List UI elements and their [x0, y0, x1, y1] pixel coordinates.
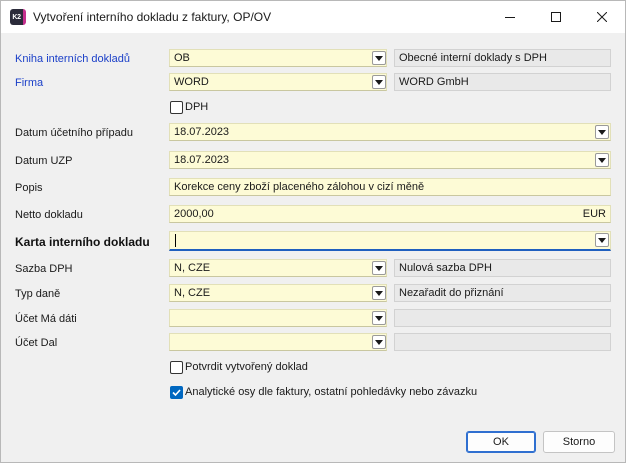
dialog-window: K2 Vytvoření interního dokladu z faktury… — [0, 0, 626, 463]
chevron-down-icon — [375, 290, 383, 296]
firma-combo[interactable]: WORD — [169, 73, 387, 91]
chevron-down-icon — [375, 265, 383, 271]
dph-label: DPH — [185, 101, 209, 113]
ucet-ma-dati-description — [394, 309, 611, 327]
popis-value: Korekce ceny zboží placeného zálohou v c… — [174, 181, 425, 193]
sazba-dph-value: N, CZE — [174, 262, 211, 274]
datum-uzp-label: Datum UZP — [15, 155, 73, 167]
datum-uzp-input[interactable]: 18.07.2023 — [169, 151, 611, 169]
popis-input[interactable]: Korekce ceny zboží placeného zálohou v c… — [169, 178, 611, 196]
firma-dropdown-button[interactable] — [372, 75, 386, 89]
typ-dane-combo[interactable]: N, CZE — [169, 284, 387, 302]
kniha-label[interactable]: Kniha interních dokladů — [15, 53, 130, 65]
kniha-dropdown-button[interactable] — [372, 51, 386, 65]
sazba-dph-description-text: Nulová sazba DPH — [399, 262, 492, 274]
chevron-down-icon — [375, 55, 383, 61]
ucet-ma-dati-combo[interactable] — [169, 309, 387, 327]
ucet-ma-dati-label: Účet Má dáti — [15, 313, 77, 325]
karta-combo[interactable] — [169, 231, 611, 251]
chevron-down-icon — [598, 237, 606, 243]
kniha-combo[interactable]: OB — [169, 49, 387, 67]
sazba-dph-dropdown-button[interactable] — [372, 261, 386, 275]
maximize-icon — [551, 12, 561, 22]
storno-button[interactable]: Storno — [543, 431, 615, 453]
typ-dane-description-text: Nezařadit do přiznání — [399, 287, 504, 299]
sazba-dph-description: Nulová sazba DPH — [394, 259, 611, 277]
potvrdit-label: Potvrdit vytvořený doklad — [185, 361, 308, 373]
karta-label: Karta interního dokladu — [15, 235, 150, 249]
datum-uzp-dropdown-button[interactable] — [595, 153, 609, 167]
close-icon — [597, 12, 607, 22]
firma-value: WORD — [174, 76, 209, 88]
checkmark-icon — [172, 389, 181, 397]
chevron-down-icon — [375, 339, 383, 345]
k2-app-icon: K2 — [10, 9, 26, 25]
dph-checkbox[interactable] — [170, 101, 183, 114]
netto-input[interactable]: 2000,00 EUR — [169, 205, 611, 223]
karta-dropdown-button[interactable] — [595, 233, 609, 247]
chevron-down-icon — [598, 129, 606, 135]
typ-dane-label: Typ daně — [15, 288, 61, 300]
datum-uzp-value: 18.07.2023 — [174, 154, 230, 166]
window-title: Vytvoření interního dokladu z faktury, O… — [33, 10, 272, 24]
ucet-dal-dropdown-button[interactable] — [372, 335, 386, 349]
potvrdit-checkbox[interactable] — [170, 361, 183, 374]
close-button[interactable] — [579, 1, 625, 33]
chevron-down-icon — [375, 79, 383, 85]
title-bar[interactable]: K2 Vytvoření interního dokladu z faktury… — [1, 1, 625, 33]
netto-currency: EUR — [582, 208, 606, 220]
typ-dane-value: N, CZE — [174, 287, 211, 299]
kniha-value: OB — [174, 52, 190, 64]
firma-description-text: WORD GmbH — [399, 76, 469, 88]
minimize-icon — [505, 17, 515, 18]
kniha-description: Obecné interní doklady s DPH — [394, 49, 611, 67]
maximize-button[interactable] — [533, 1, 579, 33]
sazba-dph-label: Sazba DPH — [15, 263, 73, 275]
minimize-button[interactable] — [487, 1, 533, 33]
firma-description: WORD GmbH — [394, 73, 611, 91]
typ-dane-description: Nezařadit do přiznání — [394, 284, 611, 302]
datum-ucetniho-pripadu-dropdown-button[interactable] — [595, 125, 609, 139]
app-icon-text: K2 — [12, 13, 21, 21]
datum-ucetniho-pripadu-input[interactable]: 18.07.2023 — [169, 123, 611, 141]
text-caret — [175, 234, 176, 247]
ucet-dal-label: Účet Dal — [15, 337, 58, 349]
datum-ucetniho-pripadu-value: 18.07.2023 — [174, 126, 230, 138]
sazba-dph-combo[interactable]: N, CZE — [169, 259, 387, 277]
ucet-dal-description — [394, 333, 611, 351]
ucet-ma-dati-dropdown-button[interactable] — [372, 311, 386, 325]
popis-label: Popis — [15, 182, 43, 194]
netto-label: Netto dokladu — [15, 209, 83, 221]
ok-button[interactable]: OK — [466, 431, 536, 453]
firma-label[interactable]: Firma — [15, 77, 43, 89]
netto-value: 2000,00 — [174, 208, 214, 220]
chevron-down-icon — [598, 157, 606, 163]
analyticke-osy-checkbox[interactable] — [170, 386, 183, 399]
chevron-down-icon — [375, 315, 383, 321]
kniha-description-text: Obecné interní doklady s DPH — [399, 52, 547, 64]
analyticke-osy-label: Analytické osy dle faktury, ostatní pohl… — [185, 386, 478, 398]
typ-dane-dropdown-button[interactable] — [372, 286, 386, 300]
datum-ucetniho-pripadu-label: Datum účetního případu — [15, 127, 134, 139]
ucet-dal-combo[interactable] — [169, 333, 387, 351]
